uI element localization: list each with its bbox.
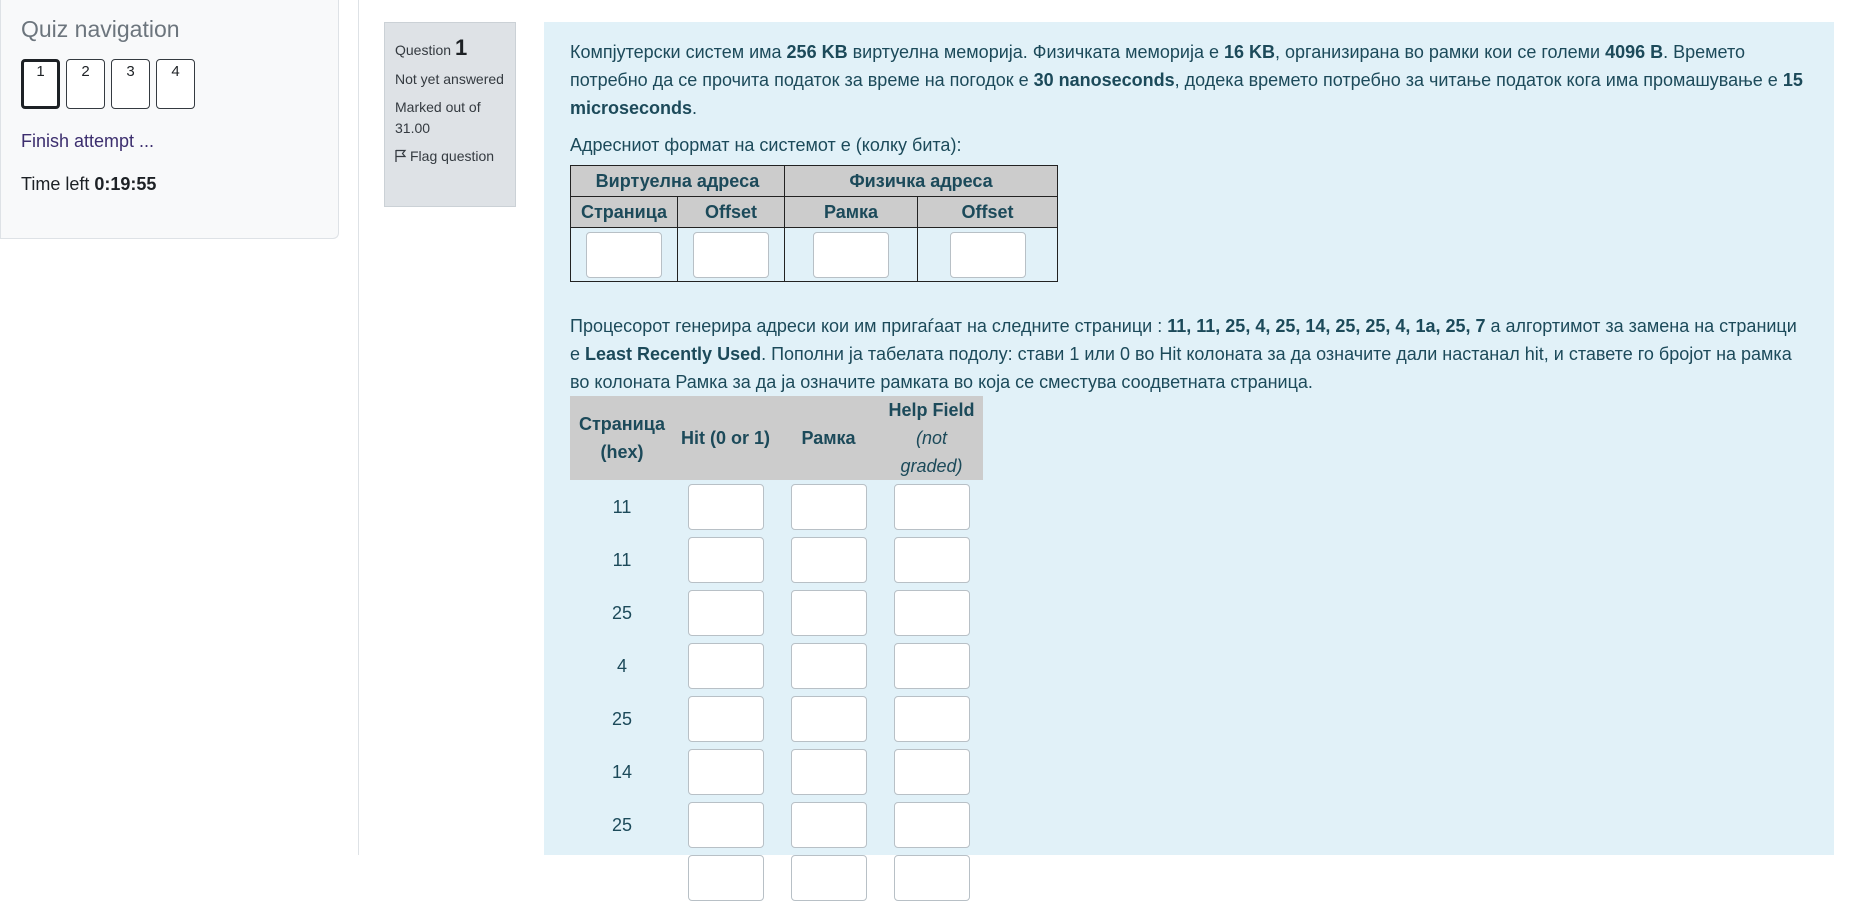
p3-bold-2: Least Recently Used [585,344,762,364]
hit-header: Hit (0 or 1) [674,396,777,480]
table-row: 14 [570,745,983,798]
help-input[interactable] [893,536,970,583]
help-input[interactable] [893,748,970,795]
help-input[interactable] [893,801,970,848]
hit-input[interactable] [687,483,764,530]
quiz-navigation-block: Quiz navigation 1 2 3 4 Finish attempt .… [0,0,339,239]
help-header-line-2: (not graded) [900,428,963,476]
p1-text-5: , додека времето потребно за читање пода… [1174,70,1783,90]
table-row: 25 [570,692,983,745]
column-divider [358,0,359,855]
page-header-line-1: Страница [578,414,666,434]
question-status: Not yet answered [395,71,504,88]
table-row: 11 [570,480,983,533]
virtual-page-bits-input[interactable] [586,231,662,278]
page-cell: 25 [611,602,633,623]
frame-input[interactable] [790,748,867,795]
question-label: Question [395,42,452,58]
help-input[interactable] [893,854,970,901]
physical-frame-header: Рамка [784,196,918,228]
p1-bold-1: 256 KB [786,42,848,62]
question-info: Question 1 Not yet answered Marked out o… [384,22,516,207]
help-header-line-1: Help Field [888,400,975,420]
frame-input[interactable] [790,801,867,848]
p3-bold-1: 11, 11, 25, 4, 25, 14, 25, 25, 4, 1a, 25… [1167,316,1486,336]
page-cell: 14 [611,761,633,782]
time-left-value: 0:19:55 [94,174,157,194]
page-cell: 4 [616,655,627,676]
hit-input[interactable] [687,695,764,742]
virtual-page-header: Страница [570,196,678,228]
frame-input[interactable] [790,483,867,530]
virtual-offset-header: Offset [677,196,785,228]
question-paragraph-3: Процесорот генерира адреси кои им пригаѓ… [570,312,1808,396]
p3-text-1: Процесорот генерира адреси кои им пригаѓ… [570,316,1168,336]
physical-offset-bits-input[interactable] [949,231,1026,278]
physical-offset-header: Offset [917,196,1058,228]
hit-input[interactable] [687,642,764,689]
question-number: Question 1 [395,31,505,65]
hit-input[interactable] [687,748,764,795]
help-input[interactable] [893,642,970,689]
help-input[interactable] [893,483,970,530]
virtual-offset-bits-input[interactable] [693,231,769,278]
quiz-navigation-title: Quiz navigation [21,16,180,42]
nav-question-4-button[interactable]: 4 [156,59,195,109]
hit-input[interactable] [687,854,764,901]
page-cell: 11 [612,496,632,517]
hit-input[interactable] [687,589,764,636]
question-paragraph-1: Компјутерски систем има 256 KB виртуелна… [570,38,1808,122]
finish-attempt-link[interactable]: Finish attempt ... [21,131,318,152]
frame-input[interactable] [790,589,867,636]
question-grade: Marked out of 31.00 [395,97,505,140]
frame-header: Рамка [777,396,880,480]
p1-text-2: виртуелна меморија. Физичката меморија е [847,42,1224,62]
table-row: 4 [570,639,983,692]
flag-icon [395,150,407,163]
physical-address-header: Физичка адреса [784,165,1058,197]
help-field-header: Help Field (not graded) [880,396,983,480]
page-reference-table: Страница (hex) Hit (0 or 1) Рамка Help Fi… [570,396,983,904]
page-cell: 25 [611,814,633,835]
hit-input[interactable] [687,801,764,848]
frame-input[interactable] [790,642,867,689]
p1-text-6: . [692,98,698,118]
table-row: 25 [570,798,983,851]
virtual-address-header: Виртуелна адреса [570,165,785,197]
frame-input[interactable] [790,695,867,742]
question-paragraph-2: Адресниот формат на системот е (колку би… [570,135,962,155]
table-row: 25 [570,586,983,639]
page-hex-header: Страница (hex) [570,396,674,480]
p1-bold-2: 16 KB [1224,42,1276,62]
question-nav-buttons: 1 2 3 4 [21,59,318,109]
nav-question-1-button[interactable]: 1 [21,59,60,109]
p1-bold-3: 4096 B [1605,42,1664,62]
help-input[interactable] [893,589,970,636]
p1-text-1: Компјутерски систем има [570,42,787,62]
page-cell: 25 [611,708,633,729]
page-header-line-2: (hex) [600,442,644,462]
frame-input[interactable] [790,536,867,583]
flag-question-button[interactable]: Flag question [395,146,505,168]
question-text: Компјутерски систем има 256 KB виртуелна… [544,22,1834,901]
physical-frame-bits-input[interactable] [813,231,889,278]
address-format-table: Виртуелна адреса Физичка адреса Страница… [570,165,1058,282]
time-left: Time left 0:19:55 [21,174,318,195]
table-row: 11 [570,533,983,586]
frame-input[interactable] [790,854,867,901]
time-left-label: Time left [21,174,90,194]
table-row-partial [570,851,983,904]
p1-bold-4: 30 nanoseconds [1033,70,1175,90]
marked-value: 31.00 [395,120,431,137]
nav-question-3-button[interactable]: 3 [111,59,150,109]
question-number-value: 1 [454,35,468,60]
nav-question-2-button[interactable]: 2 [66,59,105,109]
marked-label: Marked out of [395,98,481,115]
flag-question-label: Flag question [410,148,495,165]
page-cell [570,851,674,904]
p1-text-3: , организирана во рамки кои се големи [1275,42,1606,62]
page-cell: 11 [612,549,632,570]
hit-input[interactable] [687,536,764,583]
help-input[interactable] [893,695,970,742]
